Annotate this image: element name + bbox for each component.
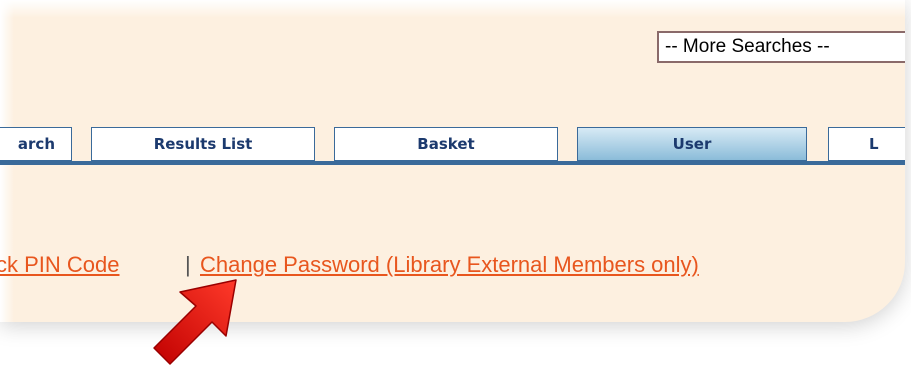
tab-basket[interactable]: Basket — [334, 127, 558, 161]
page-panel: -- More Searches -- arch Results List Ba… — [0, 0, 905, 322]
tab-logout[interactable]: L — [828, 127, 905, 161]
red-arrow-icon — [153, 279, 237, 365]
change-pin-code-link[interactable]: ck PIN Code — [0, 250, 120, 280]
tab-user[interactable]: User — [577, 127, 807, 161]
change-password-link[interactable]: Change Password (Library External Member… — [200, 250, 699, 280]
tab-results-list[interactable]: Results List — [91, 127, 315, 161]
tab-bar-underline — [0, 161, 905, 165]
fade-top — [0, 0, 905, 18]
more-searches-select[interactable]: -- More Searches -- — [657, 31, 905, 63]
tab-search[interactable]: arch — [0, 127, 72, 161]
screenshot-stage: -- More Searches -- arch Results List Ba… — [0, 0, 911, 372]
